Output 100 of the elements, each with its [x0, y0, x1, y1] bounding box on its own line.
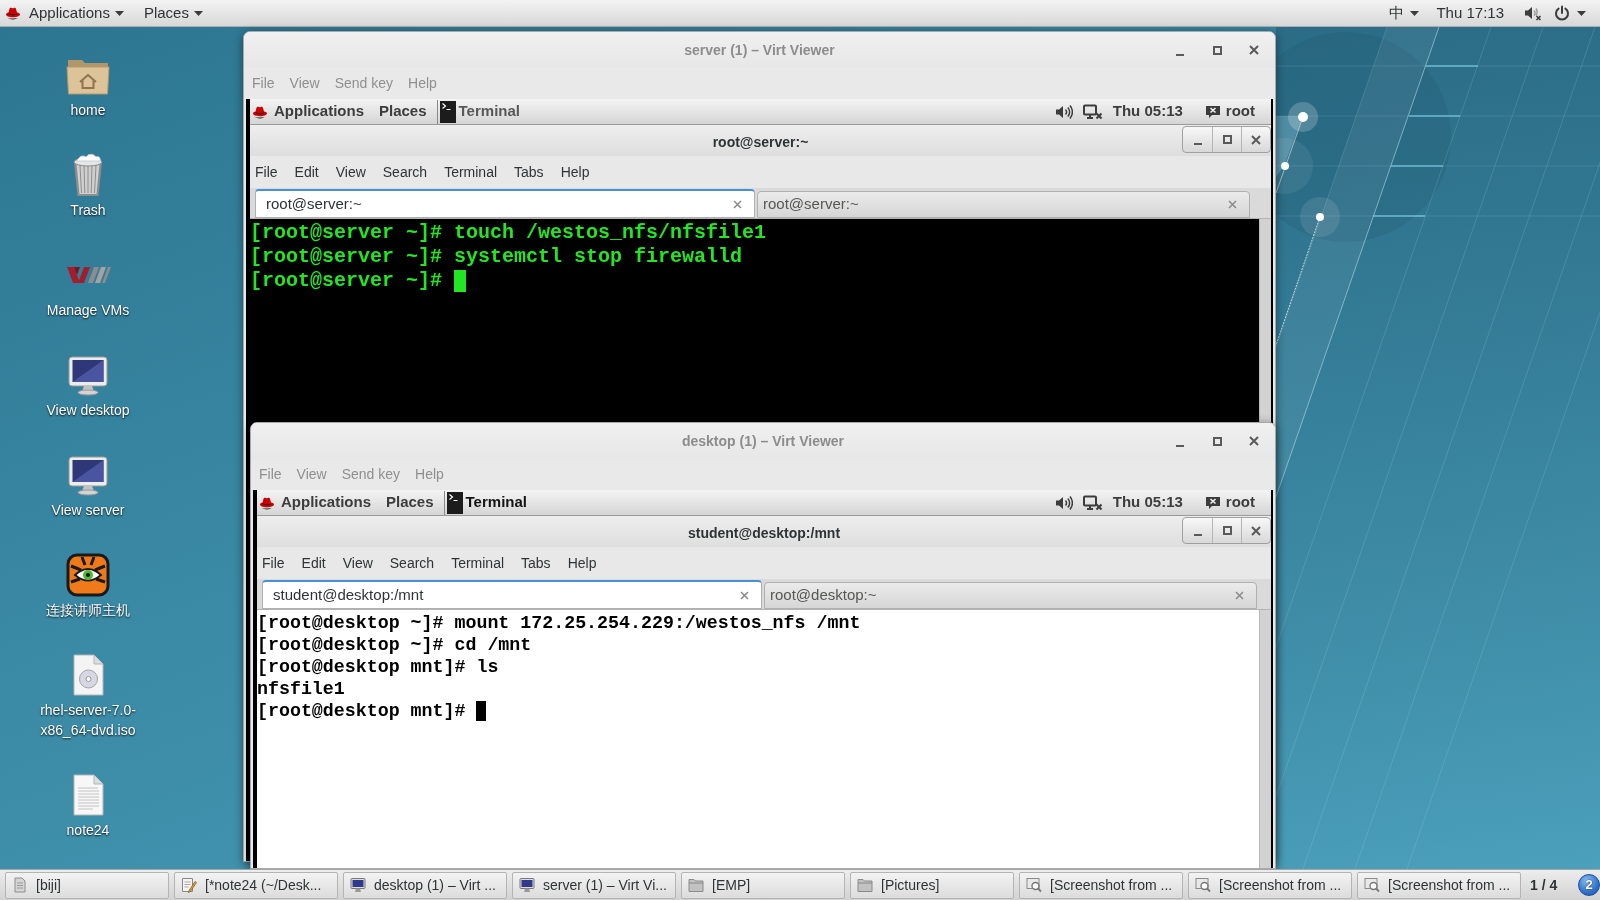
input-method-menu[interactable]: 中	[1389, 1, 1420, 25]
user-menu[interactable]: root	[1225, 100, 1255, 123]
menu-item[interactable]: Help	[567, 552, 597, 574]
close-icon	[1249, 45, 1259, 55]
minimize-icon	[1193, 534, 1202, 536]
panel-menu[interactable]: Places	[379, 100, 427, 123]
panel-clock[interactable]: Thu 05:13	[1112, 100, 1183, 123]
terminal-line: [root@desktop mnt]#	[257, 700, 466, 722]
folder-icon	[857, 877, 873, 893]
menu-item[interactable]: File	[255, 161, 278, 183]
taskbar-item[interactable]: [*note24 (~/Desk...	[174, 871, 338, 899]
menu-item[interactable]: Edit	[301, 552, 326, 574]
terminal-line: [root@server ~]# touch /westos_nfs/nfsfile1	[250, 221, 767, 245]
terminal-line: [root@server ~]# systemctl stop firewalld	[250, 245, 743, 269]
menu-item[interactable]: Terminal	[444, 161, 498, 183]
close-icon	[1249, 436, 1259, 446]
folder-icon	[688, 877, 704, 893]
chat-status-icon[interactable]	[1204, 104, 1221, 119]
menu-item[interactable]: File	[262, 552, 285, 574]
maximize-icon	[1222, 135, 1232, 144]
menu-item[interactable]: Tabs	[521, 552, 551, 574]
panel-menu[interactable]: Places	[386, 491, 434, 514]
taskbar-item[interactable]: [biji]	[5, 871, 169, 899]
scrollbar[interactable]	[1259, 219, 1271, 422]
icon-label[interactable]: 连接讲师主机	[22, 600, 154, 620]
taskbar-item[interactable]: [Screenshot from ...	[1357, 871, 1521, 899]
terminal-tab[interactable]: student@desktop:/mnt	[262, 580, 762, 609]
icon-label[interactable]: home	[22, 100, 154, 120]
power-icon[interactable]	[1554, 5, 1570, 21]
window-title: root@server:~	[712, 133, 809, 152]
top-bar-clock[interactable]: Thu 17:13	[1436, 1, 1504, 25]
icon-label[interactable]: View server	[22, 500, 154, 520]
network-icon[interactable]	[1082, 494, 1103, 511]
maximize-icon	[1222, 526, 1232, 535]
menu-item[interactable]: Help	[560, 161, 590, 183]
terminal-line: [root@server ~]#	[250, 269, 443, 293]
caret-icon[interactable]	[1577, 10, 1586, 16]
document-icon	[12, 877, 28, 893]
top-bar-menu[interactable]: Applications	[29, 1, 124, 25]
terminal-icon	[439, 100, 456, 123]
window-title: server (1) – Virt Viewer	[684, 40, 835, 60]
volume-icon[interactable]	[1054, 103, 1073, 120]
terminal-tab[interactable]: root@server:~	[255, 189, 755, 218]
close-tab-icon[interactable]	[1228, 200, 1237, 209]
monitor-icon	[519, 877, 535, 893]
monitor-icon	[350, 877, 366, 893]
scrollbar[interactable]	[1259, 610, 1271, 868]
close-tab-icon[interactable]	[740, 590, 749, 600]
magnifier-icon	[1195, 877, 1211, 893]
terminal-tab[interactable]: root@desktop:~	[764, 582, 1257, 609]
minimize-icon	[1176, 54, 1184, 56]
taskbar-button[interactable]: Terminal	[439, 100, 530, 123]
window-title: desktop (1) – Virt Viewer	[681, 431, 845, 451]
icon-label[interactable]: Trash	[22, 200, 154, 220]
taskbar-item[interactable]: server (1) – Virt Vi...	[512, 871, 676, 899]
caret-icon	[114, 10, 124, 16]
menu-item[interactable]: Tabs	[514, 161, 544, 183]
top-bar-menu[interactable]: Places	[143, 1, 203, 25]
close-tab-icon[interactable]	[1235, 591, 1244, 600]
menu-item[interactable]: Search	[382, 161, 428, 183]
menu-item[interactable]: Search	[389, 552, 435, 574]
taskbar-item[interactable]: [Pictures]	[850, 871, 1014, 899]
taskbar-button[interactable]: Terminal	[446, 491, 537, 514]
eye-app-icon[interactable]	[64, 551, 112, 599]
close-icon	[1251, 134, 1261, 145]
icon-label[interactable]: Manage VMs	[22, 300, 154, 320]
magnifier-icon	[1026, 877, 1042, 893]
maximize-icon	[1212, 436, 1222, 446]
taskbar-item[interactable]: [Screenshot from ...	[1188, 871, 1352, 899]
window-title: student@desktop:/mnt	[687, 524, 841, 543]
taskbar-item[interactable]: [Screenshot from ...	[1019, 871, 1183, 899]
chat-status-icon[interactable]	[1204, 495, 1221, 510]
notepad-pencil-icon	[181, 877, 197, 893]
taskbar-item[interactable]: [EMP]	[681, 871, 845, 899]
network-icon[interactable]	[1082, 103, 1103, 120]
maximize-icon	[1212, 45, 1222, 55]
terminal-line: [root@desktop ~]# cd /mnt	[257, 634, 532, 656]
panel-menu[interactable]: Applications	[281, 491, 371, 514]
minimize-icon	[1176, 445, 1184, 447]
terminal-line: [root@desktop mnt]# ls	[257, 656, 499, 678]
menu-item[interactable]: Terminal	[451, 552, 505, 574]
taskbar-item[interactable]: desktop (1) – Virt ...	[343, 871, 507, 899]
user-menu[interactable]: root	[1225, 491, 1255, 514]
volume-icon[interactable]	[1054, 494, 1073, 511]
close-tab-icon[interactable]	[733, 199, 742, 209]
icon-label[interactable]: rhel-server-7.0-x86_64-dvd.iso	[22, 700, 154, 740]
icon-label[interactable]: View desktop	[22, 400, 154, 420]
workspace-indicator[interactable]: 1 / 4	[1530, 874, 1558, 896]
terminal-tab[interactable]: root@server:~	[757, 191, 1250, 218]
panel-clock[interactable]: Thu 05:13	[1112, 491, 1183, 514]
menu-item[interactable]: Edit	[294, 161, 319, 183]
caret-icon	[193, 10, 203, 16]
menu-item[interactable]: View	[335, 161, 366, 183]
icon-label[interactable]: note24	[22, 820, 154, 840]
caret-icon	[1410, 10, 1420, 16]
terminal-icon	[446, 491, 463, 514]
menu-item[interactable]: View	[342, 552, 373, 574]
speaker-muted-icon[interactable]	[1524, 5, 1542, 21]
magnifier-icon	[1364, 877, 1380, 893]
panel-menu[interactable]: Applications	[274, 100, 364, 123]
